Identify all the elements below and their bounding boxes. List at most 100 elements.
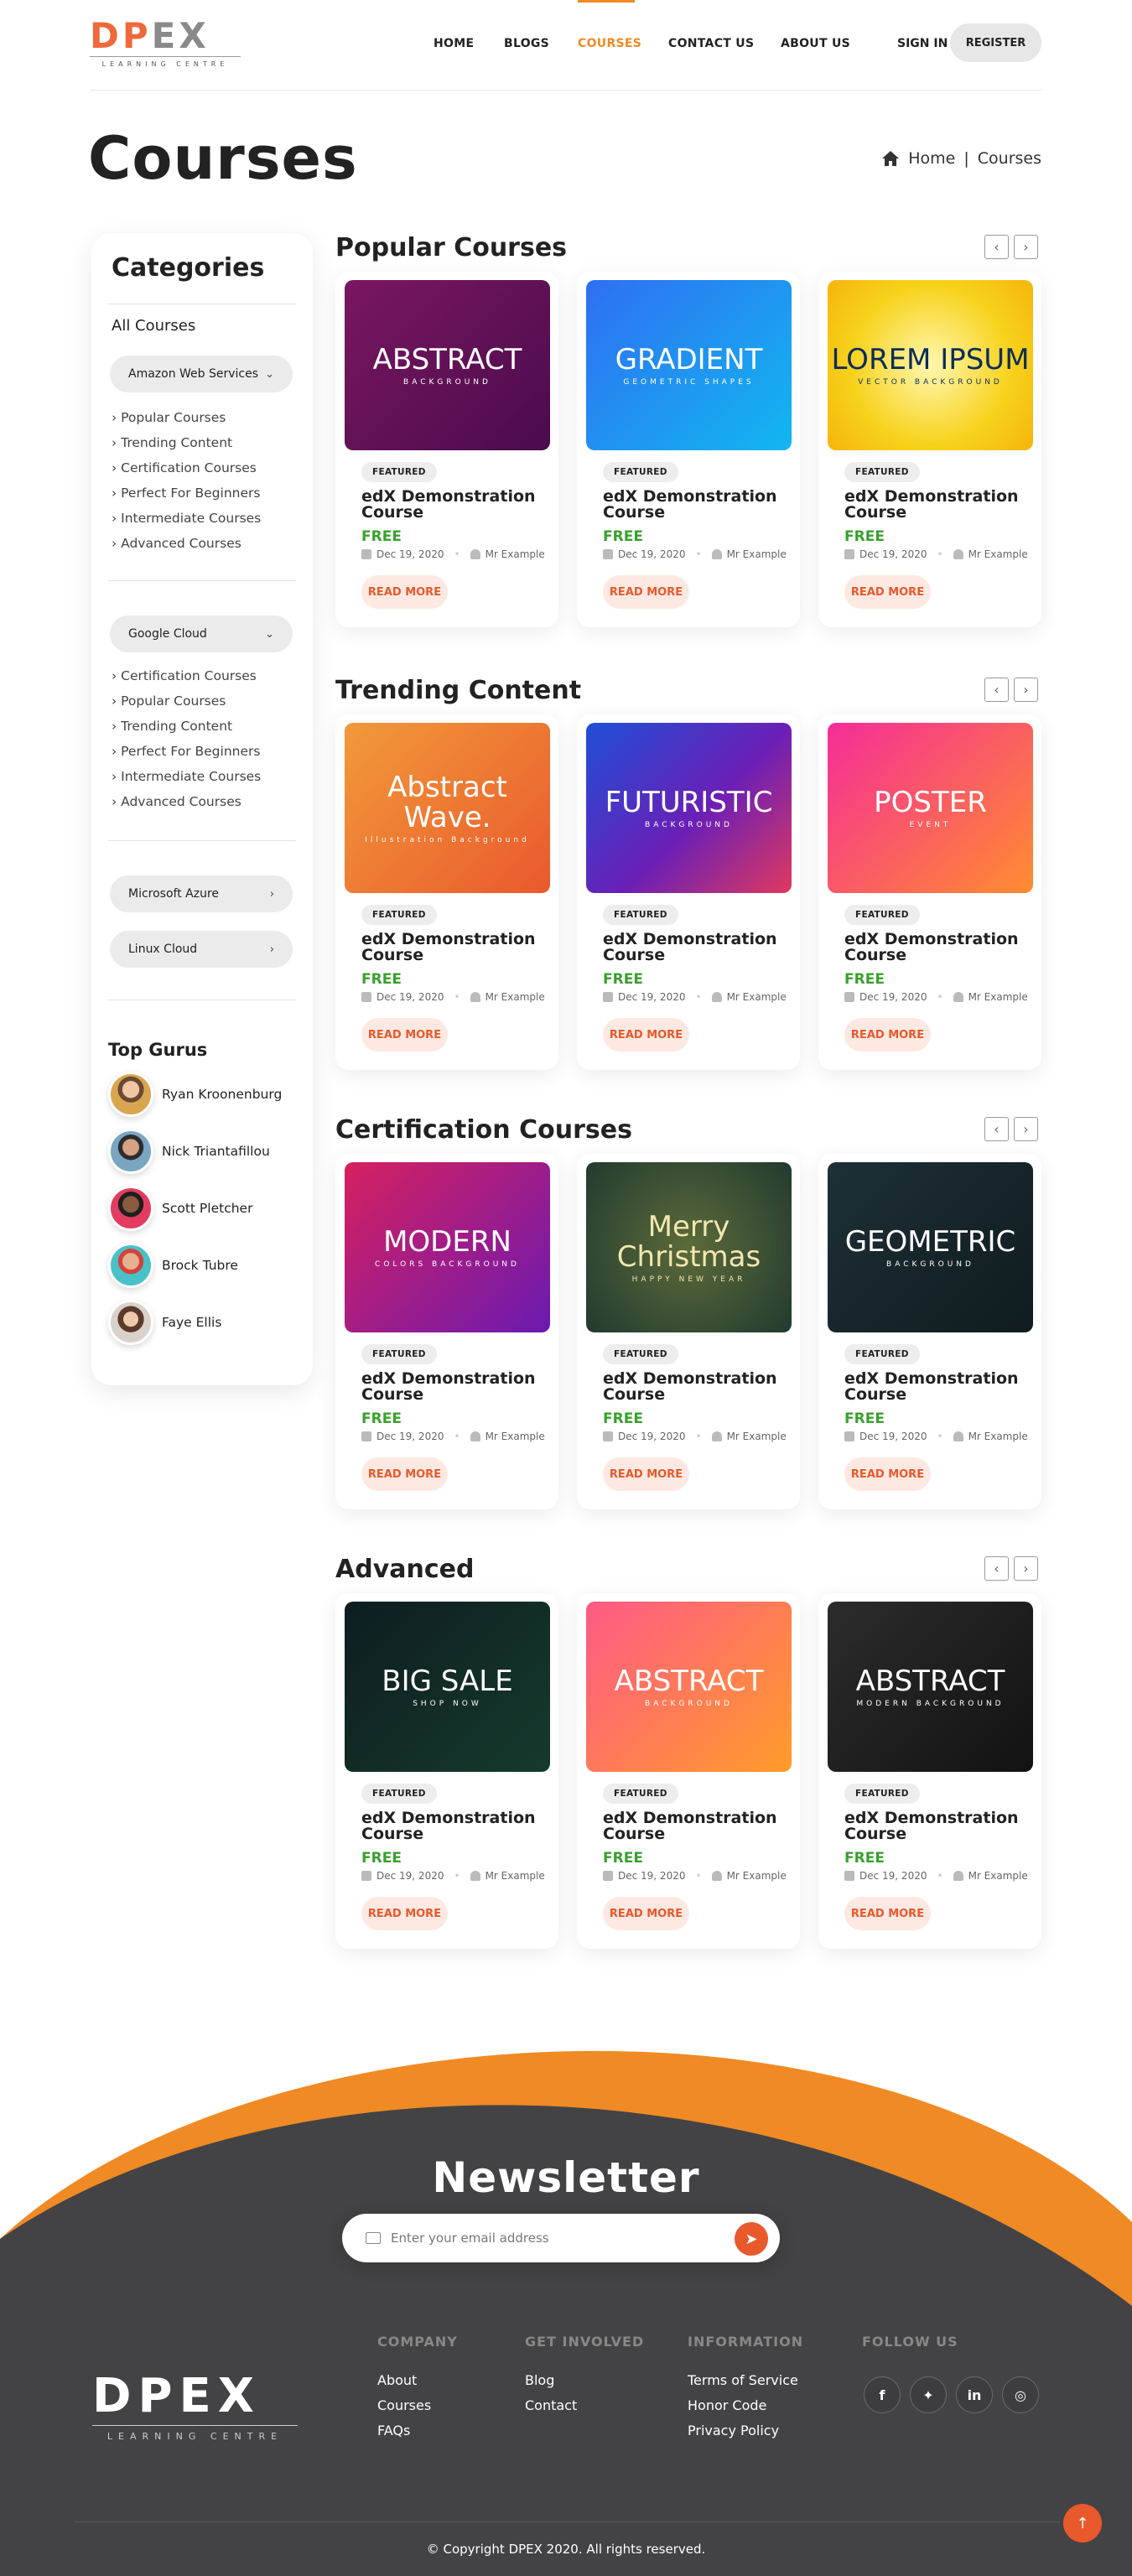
course-thumbnail[interactable]: BIG SALE SHOP NOW	[345, 1602, 550, 1772]
subcategory-item[interactable]: › Trending Content	[112, 430, 261, 455]
guru-item[interactable]: Nick Triantafillou	[108, 1129, 270, 1174]
footer-link-faqs[interactable]: FAQs	[377, 2418, 458, 2444]
category-linux-cloud[interactable]: Linux Cloud ›	[110, 931, 293, 968]
read-more-button[interactable]: READ MORE	[603, 1018, 689, 1052]
course-thumbnail[interactable]: MODERN COLORS BACKGROUND	[345, 1162, 550, 1332]
category-aws[interactable]: Amazon Web Services ⌄	[110, 356, 293, 392]
footer-link-privacy[interactable]: Privacy Policy	[688, 2418, 803, 2444]
course-title[interactable]: edX Demonstration Course	[603, 1371, 787, 1403]
nav-courses[interactable]: COURSES	[578, 37, 641, 50]
footer-link-honor-code[interactable]: Honor Code	[688, 2393, 803, 2418]
category-microsoft-azure[interactable]: Microsoft Azure ›	[110, 875, 293, 912]
course-thumbnail[interactable]: FUTURISTIC BACKGROUND	[586, 723, 792, 893]
footer-link-about[interactable]: About	[377, 2368, 458, 2393]
send-button[interactable]: ➤	[735, 2222, 768, 2256]
footer-link-blog[interactable]: Blog	[525, 2368, 644, 2393]
email-input[interactable]	[391, 2214, 726, 2262]
course-title[interactable]: edX Demonstration Course	[844, 932, 1029, 963]
breadcrumb-home[interactable]: Home	[908, 149, 955, 168]
sign-in-link[interactable]: SIGN IN	[897, 37, 948, 50]
chevron-left-icon[interactable]: ‹	[984, 678, 1009, 702]
subcategory-item[interactable]: › Popular Courses	[112, 405, 261, 430]
subcategory-item[interactable]: › Certification Courses	[112, 455, 261, 480]
instagram-icon[interactable]: ◎	[1002, 2376, 1039, 2413]
guru-item[interactable]: Scott Pletcher	[108, 1186, 252, 1231]
site-logo[interactable]: DPEX LEARNING CENTRE	[90, 18, 245, 69]
read-more-button[interactable]: READ MORE	[361, 1018, 448, 1052]
footer-link-contact[interactable]: Contact	[525, 2393, 644, 2418]
course-title[interactable]: edX Demonstration Course	[603, 932, 787, 963]
course-title[interactable]: edX Demonstration Course	[844, 1371, 1029, 1403]
chevron-right-icon[interactable]: ›	[1014, 1556, 1038, 1581]
subcategory-item[interactable]: › Intermediate Courses	[112, 506, 261, 531]
course-title[interactable]: edX Demonstration Course	[844, 489, 1029, 521]
course-card[interactable]: POSTER EVENT FEATURED edX Demonstration Cou…	[818, 714, 1041, 1070]
course-card[interactable]: FUTURISTIC BACKGROUND FEATURED edX Demonstr…	[577, 714, 800, 1070]
chevron-right-icon[interactable]: ›	[1014, 678, 1038, 702]
course-card[interactable]: ABSTRACT MODERN BACKGROUND FEATURED edX Dem…	[818, 1593, 1041, 1949]
course-thumbnail[interactable]: GEOMETRIC BACKGROUND	[828, 1162, 1033, 1332]
linkedin-icon[interactable]: in	[956, 2376, 993, 2413]
chevron-left-icon[interactable]: ‹	[984, 235, 1009, 259]
course-thumbnail[interactable]: ABSTRACT BACKGROUND	[586, 1602, 792, 1772]
course-thumbnail[interactable]: ABSTRACT MODERN BACKGROUND	[828, 1602, 1033, 1772]
course-title[interactable]: edX Demonstration Course	[361, 489, 546, 521]
read-more-button[interactable]: READ MORE	[361, 1457, 448, 1491]
guru-item[interactable]: Ryan Kroonenburg	[108, 1072, 282, 1117]
read-more-button[interactable]: READ MORE	[844, 1897, 931, 1930]
facebook-icon[interactable]: f	[864, 2376, 901, 2413]
course-card[interactable]: ABSTRACT BACKGROUND FEATURED edX Demonstrat…	[335, 272, 558, 627]
course-title[interactable]: edX Demonstration Course	[361, 1371, 546, 1403]
course-card[interactable]: GRADIENT GEOMETRIC SHAPES FEATURED edX Demo…	[577, 272, 800, 627]
course-title[interactable]: edX Demonstration Course	[844, 1810, 1029, 1842]
course-card[interactable]: BIG SALE SHOP NOW FEATURED edX Demonstratio…	[335, 1593, 558, 1949]
read-more-button[interactable]: READ MORE	[361, 575, 448, 609]
nav-blogs[interactable]: BLOGS	[504, 37, 549, 50]
course-title[interactable]: edX Demonstration Course	[603, 1810, 787, 1842]
footer-link-courses[interactable]: Courses	[377, 2393, 458, 2418]
subcategory-item[interactable]: › Popular Courses	[112, 688, 261, 714]
subcategory-item[interactable]: › Intermediate Courses	[112, 764, 261, 789]
read-more-button[interactable]: READ MORE	[844, 575, 931, 609]
register-button[interactable]: REGISTER	[950, 23, 1041, 62]
chevron-left-icon[interactable]: ‹	[984, 1117, 1009, 1141]
nav-about-us[interactable]: ABOUT US	[781, 37, 850, 50]
course-card[interactable]: Merry Christmas HAPPY NEW YEAR FEATURED edX…	[577, 1154, 800, 1509]
subcategory-item[interactable]: › Certification Courses	[112, 663, 261, 688]
course-thumbnail[interactable]: ABSTRACT BACKGROUND	[345, 280, 550, 450]
course-card[interactable]: ABSTRACT BACKGROUND FEATURED edX Demonstrat…	[577, 1593, 800, 1949]
subcategory-item[interactable]: › Advanced Courses	[112, 789, 261, 814]
subcategory-item[interactable]: › Trending Content	[112, 714, 261, 739]
course-card[interactable]: MODERN COLORS BACKGROUND FEATURED edX Demon…	[335, 1154, 558, 1509]
subcategory-item[interactable]: › Perfect For Beginners	[112, 480, 261, 506]
course-card[interactable]: LOREM IPSUM VECTOR BACKGROUND FEATURED edX …	[818, 272, 1041, 627]
read-more-button[interactable]: READ MORE	[603, 1457, 689, 1491]
course-thumbnail[interactable]: Merry Christmas HAPPY NEW YEAR	[586, 1162, 792, 1332]
chevron-right-icon[interactable]: ›	[1014, 1117, 1038, 1141]
course-title[interactable]: edX Demonstration Course	[361, 1810, 546, 1842]
footer-link-terms[interactable]: Terms of Service	[688, 2368, 803, 2393]
read-more-button[interactable]: READ MORE	[844, 1457, 931, 1491]
chevron-left-icon[interactable]: ‹	[984, 1556, 1009, 1581]
nav-home[interactable]: HOME	[434, 37, 474, 50]
scroll-to-top-button[interactable]: ↑	[1063, 2504, 1102, 2542]
all-courses-link[interactable]: All Courses	[112, 317, 195, 335]
subcategory-item[interactable]: › Advanced Courses	[112, 531, 261, 556]
course-title[interactable]: edX Demonstration Course	[603, 489, 787, 521]
nav-contact-us[interactable]: CONTACT US	[668, 37, 754, 50]
chevron-right-icon[interactable]: ›	[1014, 235, 1038, 259]
course-thumbnail[interactable]: POSTER EVENT	[828, 723, 1033, 893]
course-title[interactable]: edX Demonstration Course	[361, 932, 546, 963]
course-thumbnail[interactable]: LOREM IPSUM VECTOR BACKGROUND	[828, 280, 1033, 450]
home-icon[interactable]	[881, 150, 900, 167]
footer-logo[interactable]: DPEX LEARNING CENTRE	[92, 2373, 298, 2442]
course-thumbnail[interactable]: Abstract Wave. Illustration Background	[345, 723, 550, 893]
twitter-icon[interactable]: ✦	[910, 2376, 947, 2413]
read-more-button[interactable]: READ MORE	[603, 1897, 689, 1930]
guru-item[interactable]: Faye Ellis	[108, 1300, 221, 1345]
subcategory-item[interactable]: › Perfect For Beginners	[112, 739, 261, 764]
course-card[interactable]: GEOMETRIC BACKGROUND FEATURED edX Demonstra…	[818, 1154, 1041, 1509]
read-more-button[interactable]: READ MORE	[844, 1018, 931, 1052]
read-more-button[interactable]: READ MORE	[361, 1897, 448, 1930]
category-google-cloud[interactable]: Google Cloud ⌄	[110, 615, 293, 652]
